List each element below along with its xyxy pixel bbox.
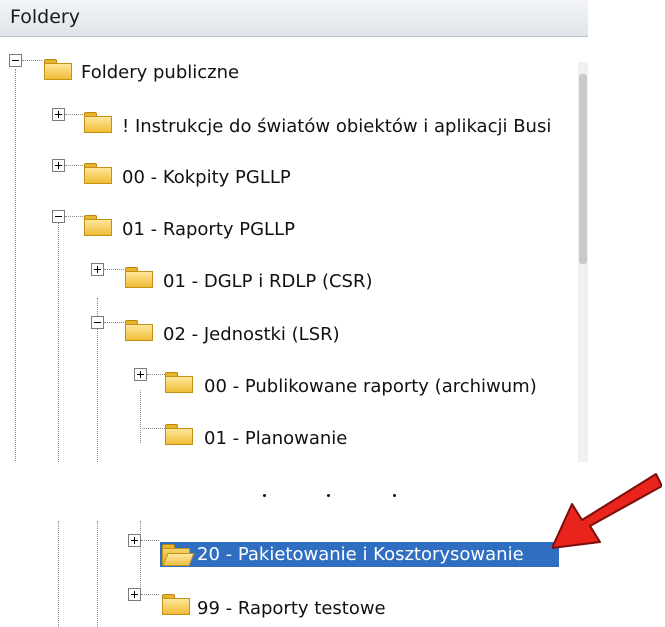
folder-icon	[44, 59, 72, 80]
expand-toggle-icon[interactable]	[52, 108, 65, 121]
panel-header: Foldery	[0, 0, 588, 37]
folder-icon	[84, 215, 112, 236]
tree-item-instrukcje[interactable]: ! Instrukcje do światów obiektów i aplik…	[122, 116, 551, 138]
ellipsis-dot	[327, 494, 330, 497]
red-arrow-icon	[552, 473, 662, 549]
folder-tree-continued: 20 - Pakietowanie i Kosztorysowanie 99 -…	[0, 521, 600, 627]
tree-item-foldery-publiczne[interactable]: Foldery publiczne	[81, 62, 239, 84]
expand-toggle-icon[interactable]	[52, 159, 65, 172]
folder-icon	[165, 424, 193, 445]
ellipsis-dot	[393, 494, 396, 497]
collapse-toggle-icon[interactable]	[91, 316, 104, 329]
tree-item-raporty-testowe[interactable]: 99 - Raporty testowe	[197, 598, 386, 620]
tree-item-publikowane[interactable]: 00 - Publikowane raporty (archiwum)	[204, 376, 537, 398]
tree-guide-line	[140, 390, 141, 443]
ellipsis-dot	[263, 494, 266, 497]
tree-item-planowanie[interactable]: 01 - Planowanie	[204, 428, 347, 450]
collapse-toggle-icon[interactable]	[52, 210, 65, 223]
scrollbar-thumb[interactable]	[579, 74, 587, 264]
folder-icon	[165, 372, 193, 393]
tree-connector	[22, 60, 42, 61]
folder-icon	[84, 112, 112, 133]
tree-connector	[65, 165, 83, 166]
tree-item-dglp-rdlp[interactable]: 01 - DGLP i RDLP (CSR)	[163, 271, 373, 293]
tree-connector	[65, 114, 83, 115]
tree-connector	[104, 269, 124, 270]
tree-item-pakietowanie[interactable]: 20 - Pakietowanie i Kosztorysowanie	[197, 544, 524, 566]
tree-guide-line	[58, 521, 59, 627]
tree-guide-line	[58, 210, 59, 462]
tree-connector	[65, 216, 83, 217]
tree-item-raporty-pgllp[interactable]: 01 - Raporty PGLLP	[122, 219, 295, 241]
tree-guide-line	[140, 521, 141, 595]
tree-connector	[141, 540, 159, 541]
vertical-scrollbar[interactable]	[578, 62, 588, 462]
tree-guide-line	[15, 69, 16, 462]
folder-icon	[162, 594, 190, 615]
folder-icon	[125, 267, 153, 288]
folder-icon	[125, 320, 153, 341]
expand-toggle-icon[interactable]	[134, 368, 147, 381]
panel-title: Foldery	[10, 6, 80, 28]
collapse-toggle-icon[interactable]	[9, 54, 22, 67]
folder-open-icon	[162, 544, 195, 566]
expand-toggle-icon[interactable]	[128, 534, 141, 547]
tree-connector	[140, 428, 165, 429]
tree-item-kokpity[interactable]: 00 - Kokpity PGLLP	[122, 167, 291, 189]
folder-tree: Foldery publiczne ! Instrukcje do świató…	[0, 37, 588, 462]
tree-connector	[104, 322, 124, 323]
tree-item-jednostki[interactable]: 02 - Jednostki (LSR)	[163, 324, 340, 346]
tree-connector	[147, 374, 165, 375]
folder-icon	[84, 163, 112, 184]
tree-connector	[141, 594, 159, 595]
expand-toggle-icon[interactable]	[128, 588, 141, 601]
tree-guide-line	[97, 521, 98, 627]
expand-toggle-icon[interactable]	[91, 263, 104, 276]
